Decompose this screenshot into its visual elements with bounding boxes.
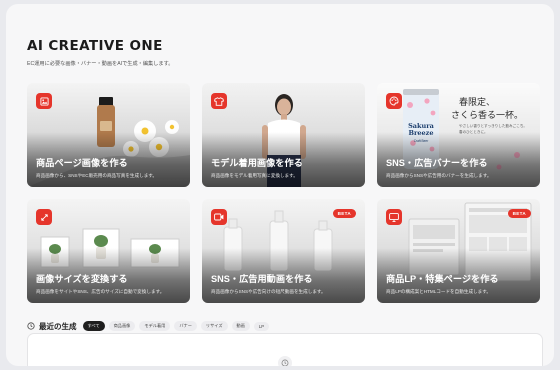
card-description: 商品画像から、SNSやEC販売用の商品写真を生成します。	[36, 173, 158, 178]
recent-heading: 最近の生成	[39, 321, 77, 331]
filter-chip-lp[interactable]: LP	[253, 321, 270, 331]
filter-chip-all[interactable]: すべて	[82, 321, 105, 331]
card-image-resize[interactable]: 画像サイズを変換する 商品画像をサイトやSNS、広告のサイズに自動で変換します。	[27, 199, 190, 303]
card-sns-ad-video[interactable]: BETA SNS・広告用動画を作る 商品画像からSNSや広告向けの短尺動画を生成…	[202, 199, 365, 303]
banner-headline-2: さくら香る一杯。	[451, 111, 524, 121]
page-title: AI CREATIVE ONE	[27, 38, 163, 54]
app-window: AI CREATIVE ONE EC運用に必要な画像・バナー・動画をAIで生成・…	[6, 4, 554, 366]
filter-chip-product-image[interactable]: 商品画像	[108, 321, 136, 331]
resize-icon	[36, 209, 52, 225]
page-subtitle: EC運用に必要な画像・バナー・動画をAIで生成・編集します。	[27, 61, 174, 67]
shirt-icon	[211, 93, 227, 109]
filter-chip-video[interactable]: 動画	[231, 321, 250, 331]
card-description: 商品LPの構成案とHTMLコードを自動生成します。	[386, 289, 491, 294]
beta-badge: BETA	[332, 209, 356, 218]
card-description: 商品画像からSNSや広告向けの短尺動画を生成します。	[211, 289, 326, 294]
image-icon	[36, 93, 52, 109]
card-description: 商品画像からSNSや広告用のバナーを生成します。	[386, 173, 492, 178]
card-model-wearing-image[interactable]: モデル着用画像を作る 商品画像をモデル着用写真に変換します。	[202, 83, 365, 187]
card-title: モデル着用画像を作る	[211, 158, 303, 168]
card-title: SNS・広告バナーを作る	[386, 158, 488, 168]
filter-chip-model[interactable]: モデル着用	[139, 321, 171, 331]
beta-badge: BETA	[507, 209, 531, 218]
banner-copy-1: やさしい香りとすっきりした飲みごこち。	[459, 124, 528, 128]
card-title: SNS・広告用動画を作る	[211, 274, 313, 284]
card-description: 商品画像をサイトやSNS、広告のサイズに自動で変換します。	[36, 289, 165, 294]
filter-chip-banner[interactable]: バナー	[174, 321, 197, 331]
card-sns-ad-banner[interactable]: Sakura Breeze Craft Beer 春限定、 さくら香る一杯。 や…	[377, 83, 540, 187]
card-title: 画像サイズを変換する	[36, 274, 128, 284]
card-description: 商品画像をモデル着用写真に変換します。	[211, 173, 298, 178]
card-title: 商品ページ画像を作る	[36, 158, 128, 168]
card-product-page-image[interactable]: 商品ページ画像を作る 商品画像から、SNSやEC販売用の商品写真を生成します。	[27, 83, 190, 187]
palette-icon	[386, 93, 402, 109]
banner-headline-1: 春限定、	[459, 98, 496, 108]
recent-results-panel	[27, 333, 543, 366]
monitor-icon	[386, 209, 402, 225]
card-title: 商品LP・特集ページを作る	[386, 274, 499, 284]
empty-history-icon	[278, 356, 292, 366]
card-product-lp[interactable]: BETA 商品LP・特集ページを作る 商品LPの構成案とHTMLコードを自動生成…	[377, 199, 540, 303]
video-icon	[211, 209, 227, 225]
filter-chip-resize[interactable]: リサイズ	[200, 321, 228, 331]
